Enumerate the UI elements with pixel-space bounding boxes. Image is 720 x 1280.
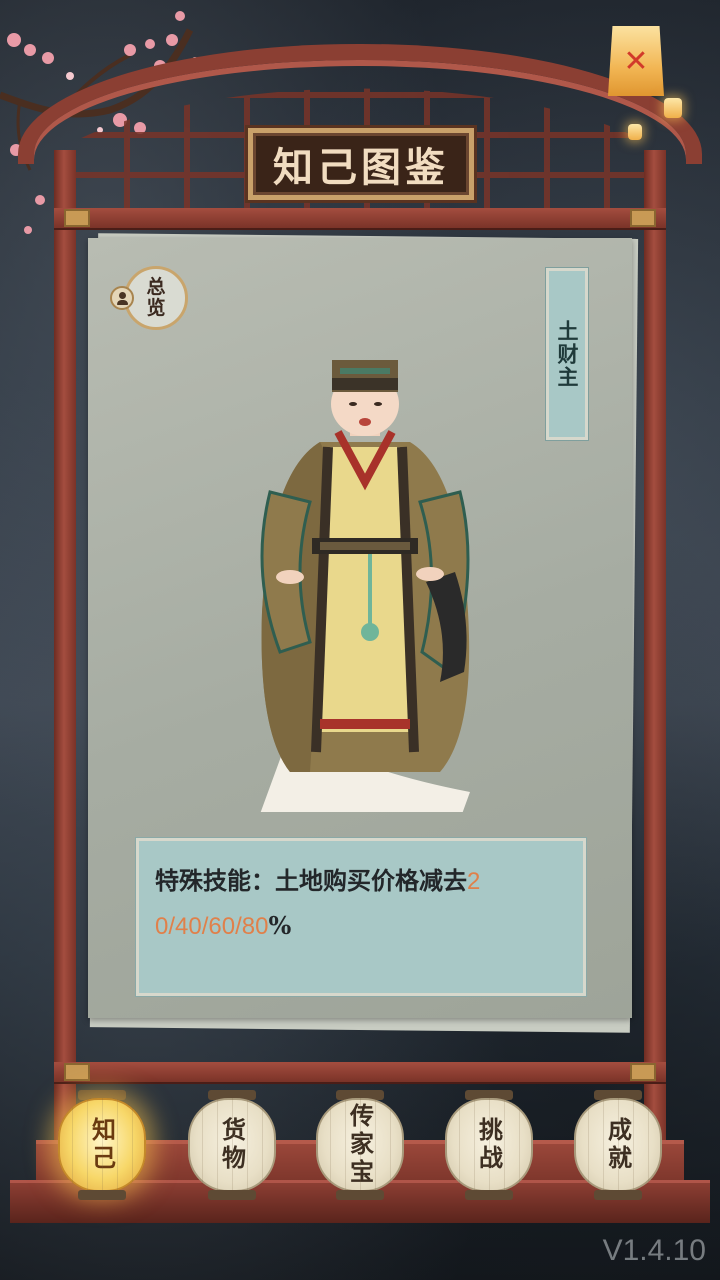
tab-heirloom[interactable]: 传家宝 <box>314 1090 406 1200</box>
tab-achievements[interactable]: 成就 <box>572 1090 664 1200</box>
close-icon: ✕ <box>623 43 649 79</box>
beam-ornament <box>64 209 90 227</box>
skill-percent: % <box>268 911 292 940</box>
page-title: 知己图鉴 <box>273 144 449 191</box>
close-lantern-icon: ✕ <box>608 26 664 96</box>
tab-goods[interactable]: 货物 <box>186 1090 278 1200</box>
skill-line-1: 特殊技能：土地购买价格减去2 <box>155 859 567 904</box>
tab-label: 知己 <box>87 1117 117 1173</box>
frame-pillar-right <box>644 150 666 1200</box>
character-name-tag: 土财主 <box>546 268 588 440</box>
version-label: V1.4.10 <box>602 1234 706 1267</box>
frame-beam-bottom <box>54 1062 666 1082</box>
person-icon <box>110 286 134 310</box>
skill-value-highlight: 0/40/60/80 <box>155 913 269 940</box>
tab-label: 成就 <box>603 1117 633 1173</box>
frame-pillar-left <box>54 150 76 1200</box>
close-button[interactable]: ✕ <box>604 20 668 106</box>
tab-challenge[interactable]: 挑战 <box>443 1090 535 1200</box>
beam-ornament <box>630 1063 656 1081</box>
skill-text: 特殊技能：土地购买价格减去 <box>155 866 467 895</box>
tab-label: 挑战 <box>474 1117 504 1173</box>
overview-label: 总览 <box>146 276 166 319</box>
skill-value-highlight: 2 <box>467 868 481 895</box>
beam-ornament <box>630 209 656 227</box>
skill-description-box: 特殊技能：土地购买价格减去2 0/40/60/80% <box>136 838 586 996</box>
mini-lantern-icon <box>664 98 682 118</box>
character-name: 土财主 <box>555 319 580 389</box>
tab-zhiji[interactable]: 知己 <box>56 1090 148 1200</box>
character-portrait <box>260 360 470 812</box>
beam-ornament <box>64 1063 90 1081</box>
skill-line-2: 0/40/60/80% <box>155 904 567 949</box>
tab-label: 传家宝 <box>345 1103 375 1187</box>
title-plaque: 知己图鉴 <box>248 128 474 200</box>
frame-beam-top <box>54 208 666 228</box>
mini-lantern-icon <box>628 124 642 140</box>
tab-label: 货物 <box>217 1117 247 1173</box>
